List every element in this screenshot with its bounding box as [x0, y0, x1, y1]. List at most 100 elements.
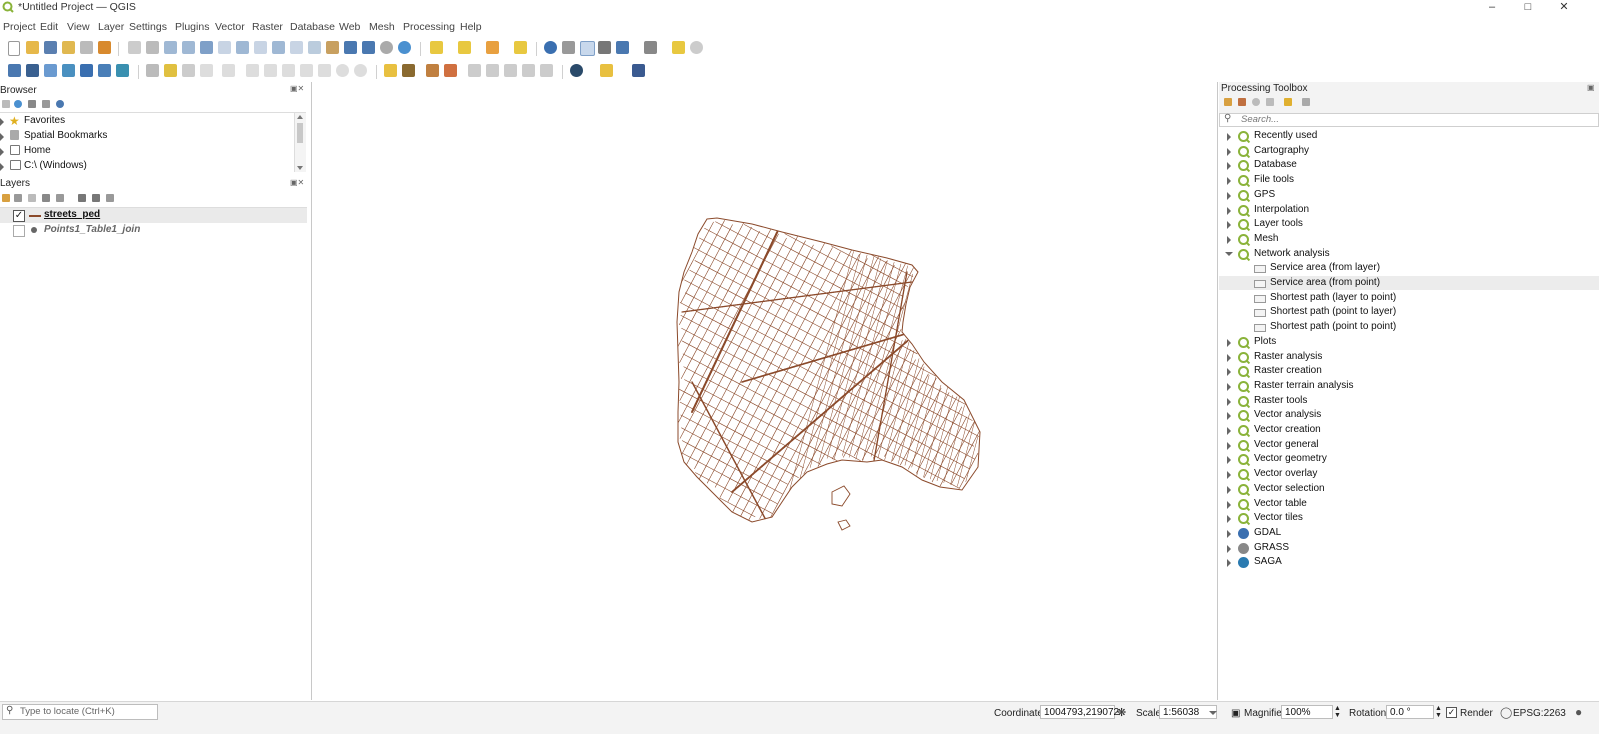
rotation-spinner-icon[interactable]: ▲▼: [1435, 705, 1442, 719]
open-table-icon[interactable]: [616, 41, 629, 54]
menu-layer[interactable]: Layer: [98, 21, 124, 33]
toolbox-group[interactable]: Vector geometry: [1254, 453, 1327, 464]
layer-labeling-icon[interactable]: [402, 64, 415, 77]
expand-arrow-icon[interactable]: [1227, 148, 1231, 156]
rotate-label-icon[interactable]: [486, 64, 499, 77]
layout-manager-icon[interactable]: [80, 41, 93, 54]
new-3d-view-icon[interactable]: [326, 41, 339, 54]
toolbox-group[interactable]: Mesh: [1254, 233, 1278, 244]
toolbox-options-icon[interactable]: [1302, 98, 1310, 106]
toolbox-algorithm[interactable]: Shortest path (point to point): [1270, 321, 1396, 332]
menu-edit[interactable]: Edit: [40, 21, 58, 33]
zoom-layer-icon[interactable]: [236, 41, 249, 54]
new-map-view-icon[interactable]: [308, 41, 321, 54]
toolbox-group[interactable]: GPS: [1254, 189, 1275, 200]
browser-panel-float-button[interactable]: ▣✕: [290, 84, 304, 93]
toolbox-algorithm[interactable]: Shortest path (point to layer): [1270, 306, 1396, 317]
toolbox-group[interactable]: Raster creation: [1254, 365, 1322, 376]
zoom-last-icon[interactable]: [272, 41, 285, 54]
crs-globe-icon[interactable]: ◯: [1500, 706, 1512, 719]
toolbox-group[interactable]: Vector tiles: [1254, 512, 1303, 523]
menu-plugins[interactable]: Plugins: [175, 21, 209, 33]
select-features-icon[interactable]: [430, 41, 443, 54]
zoom-full-icon[interactable]: [200, 41, 213, 54]
undo-icon[interactable]: [336, 64, 349, 77]
browser-item-home[interactable]: Home: [24, 145, 51, 156]
toolbox-group[interactable]: Interpolation: [1254, 204, 1309, 215]
expand-arrow-icon[interactable]: [1227, 368, 1231, 376]
browser-scrollbar[interactable]: [294, 113, 306, 172]
expand-arrow-icon[interactable]: [1227, 486, 1231, 494]
expand-arrow-icon[interactable]: [1227, 471, 1231, 479]
expand-arrow-icon[interactable]: [1227, 177, 1231, 185]
toolbox-group[interactable]: Vector table: [1254, 498, 1307, 509]
show-hide-labels-icon[interactable]: [522, 64, 535, 77]
paste-icon[interactable]: [318, 64, 331, 77]
add-group-icon[interactable]: [14, 194, 22, 202]
add-feature-icon[interactable]: [200, 64, 213, 77]
expand-arrow-icon[interactable]: [1227, 442, 1231, 450]
maximize-button[interactable]: □: [1510, 0, 1546, 15]
expand-arrow-icon[interactable]: [1227, 339, 1231, 347]
save-edits-icon[interactable]: [182, 64, 195, 77]
map-tips-icon[interactable]: [672, 41, 685, 54]
expand-all-icon[interactable]: [78, 194, 86, 202]
expand-arrow-icon[interactable]: [1227, 221, 1231, 229]
menu-processing[interactable]: Processing: [403, 21, 455, 33]
close-button[interactable]: ✕: [1546, 0, 1582, 15]
toolbox-group[interactable]: Layer tools: [1254, 218, 1303, 229]
expand-arrow-icon[interactable]: [1227, 383, 1231, 391]
processing-toolbox-icon[interactable]: [580, 41, 595, 56]
locator-bar[interactable]: ⚲ Type to locate (Ctrl+K): [2, 704, 158, 720]
expand-arrow-icon[interactable]: [1227, 559, 1231, 567]
toolbox-algorithm[interactable]: Shortest path (layer to point): [1270, 292, 1396, 303]
toolbox-group[interactable]: Database: [1254, 159, 1297, 170]
toolbox-group[interactable]: Vector overlay: [1254, 468, 1317, 479]
layers-panel-float-button[interactable]: ▣✕: [290, 178, 304, 187]
new-spatialite-icon[interactable]: [62, 64, 75, 77]
render-checkbox[interactable]: ✓: [1446, 707, 1457, 718]
toolbox-provider[interactable]: SAGA: [1254, 556, 1282, 567]
select-by-location-icon[interactable]: [514, 41, 527, 54]
browser-item-spatial-bookmarks[interactable]: Spatial Bookmarks: [24, 130, 107, 141]
menu-settings[interactable]: Settings: [129, 21, 167, 33]
measure-icon[interactable]: [644, 41, 657, 54]
toolbox-float-button[interactable]: ▣: [1587, 83, 1595, 92]
redo-icon[interactable]: [354, 64, 367, 77]
toolbox-group[interactable]: Raster terrain analysis: [1254, 380, 1353, 391]
new-shapefile-icon[interactable]: [44, 64, 57, 77]
expand-arrow-icon[interactable]: [1227, 398, 1231, 406]
toolbox-group[interactable]: Recently used: [1254, 130, 1317, 141]
label-properties-icon[interactable]: [540, 64, 553, 77]
toolbox-search-box[interactable]: ⚲ Search...: [1219, 113, 1599, 127]
expand-arrow-icon[interactable]: [1227, 412, 1231, 420]
new-temp-layer-icon[interactable]: [80, 64, 93, 77]
browser-item-favorites[interactable]: Favorites: [24, 115, 65, 126]
settings-gear-icon[interactable]: [690, 41, 703, 54]
layer-name-points[interactable]: Points1_Table1_join: [44, 224, 140, 235]
expand-arrow-icon[interactable]: [1227, 162, 1231, 170]
menu-vector[interactable]: Vector: [215, 21, 245, 33]
new-project-icon[interactable]: [8, 41, 20, 56]
new-bookmark-icon[interactable]: [344, 41, 357, 54]
save-project-icon[interactable]: [44, 41, 57, 54]
zoom-native-icon[interactable]: [254, 41, 267, 54]
toolbox-provider[interactable]: GDAL: [1254, 527, 1281, 538]
layer-name-streets[interactable]: streets_ped: [44, 209, 100, 220]
scale-dropdown-icon[interactable]: [1209, 711, 1217, 715]
map-canvas[interactable]: [311, 82, 1218, 700]
toolbox-group[interactable]: Vector general: [1254, 439, 1319, 450]
models-icon[interactable]: [1224, 98, 1232, 106]
menu-view[interactable]: View: [67, 21, 90, 33]
zoom-selection-icon[interactable]: [218, 41, 231, 54]
deselect-icon[interactable]: [486, 41, 499, 54]
toolbox-group[interactable]: Plots: [1254, 336, 1276, 347]
pin-labels-icon[interactable]: [426, 64, 439, 77]
statistical-summary-icon[interactable]: [598, 41, 611, 54]
toolbox-group[interactable]: Cartography: [1254, 145, 1309, 156]
metasearch-icon[interactable]: [570, 64, 583, 77]
menu-project[interactable]: Project: [3, 21, 36, 33]
vertex-tool-icon[interactable]: [222, 64, 235, 77]
layer-checkbox-streets[interactable]: ✓: [13, 210, 25, 222]
expand-arrow-icon[interactable]: [1227, 236, 1231, 244]
